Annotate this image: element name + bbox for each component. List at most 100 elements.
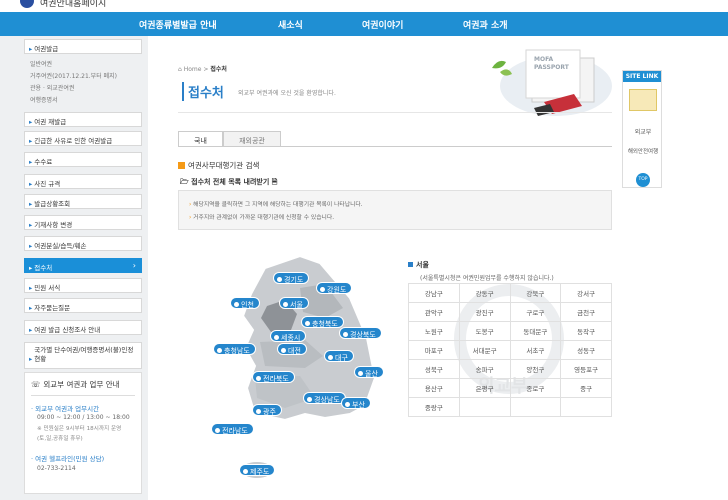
arrow-icon: ▸ — [29, 200, 33, 208]
section-title: 여권사무대행기관 검색 — [178, 160, 259, 171]
district-cell[interactable]: 마포구 — [408, 340, 460, 360]
logo-icon — [20, 0, 34, 8]
region-button[interactable]: 광주 — [252, 404, 282, 416]
page-description: 외교부 여권과에 오신 것을 환영합니다. — [238, 90, 336, 97]
district-cell[interactable]: 용산구 — [408, 378, 460, 398]
site-title: 여권안내홈페이지 — [40, 0, 107, 9]
sidebar-item[interactable]: ▸ 여권 재발급 — [24, 112, 142, 127]
district-cell[interactable]: 양천구 — [509, 359, 562, 379]
arrow-icon: ▸ — [29, 326, 33, 334]
table-row: 노원구 도봉구 동대문구 동작구 — [408, 321, 612, 341]
region-button[interactable]: 경상남도 — [303, 392, 346, 404]
arrow-icon: ▸ — [29, 242, 33, 250]
nav-item-passport-story[interactable]: 여권이야기 — [362, 18, 403, 31]
site-link-travel-safety[interactable]: 해외안전여행 — [623, 147, 663, 155]
district-cell[interactable]: 서대문구 — [458, 340, 511, 360]
hours-label: · 외교부 여권과 업무시간 — [31, 405, 100, 413]
region-button[interactable]: 충청남도 — [213, 343, 256, 355]
sidebar-subitem[interactable]: 일반여권 — [30, 59, 52, 68]
hours-note: ※ 민원실은 9시부터 18시까지 운영 — [37, 426, 122, 432]
tab-overseas[interactable]: 재외공관 — [223, 131, 281, 147]
arrow-icon: ▸ — [29, 304, 33, 312]
sidebar-subitem[interactable]: 여행증명서 — [30, 95, 58, 104]
district-cell[interactable]: 구로구 — [509, 302, 562, 322]
region-button[interactable]: 서울 — [279, 297, 309, 309]
sidebar-item[interactable]: ▸ 사진 규격 — [24, 174, 142, 189]
breadcrumb-home[interactable]: Home — [184, 66, 202, 73]
nav-item-about[interactable]: 여권과 소개 — [463, 18, 508, 31]
divider — [178, 146, 612, 147]
sidebar-item[interactable]: ▸ 민원 서식 — [24, 278, 142, 293]
home-icon: ⌂ — [178, 66, 182, 73]
district-cell[interactable]: 영등포구 — [560, 359, 612, 379]
region-button[interactable]: 강원도 — [316, 282, 353, 294]
district-cell[interactable]: 동대문구 — [509, 321, 562, 341]
sidebar-item-issuance[interactable]: ▸ 여권발급 — [24, 39, 142, 54]
district-table: 강남구 강동구 강북구 강서구 관악구 광진구 구로구 금천구 노원구 도봉구 동대문구 동작구 마포구… — [408, 283, 612, 417]
region-button[interactable]: 전라남도 — [211, 423, 254, 435]
district-cell[interactable]: 강북구 — [509, 283, 562, 303]
region-button[interactable]: 대구 — [324, 350, 354, 362]
sidebar-subitem[interactable]: 거주여권(2017.12.21.부터 폐지) — [30, 71, 117, 80]
region-button[interactable]: 인천 — [230, 297, 260, 309]
nav-item-passport-types[interactable]: 여권종류별발급 안내 — [139, 18, 217, 31]
download-link[interactable]: 🗁 접수처 전체 목록 내려받기 🗎 — [180, 177, 277, 189]
bullet-icon — [178, 162, 185, 169]
region-button[interactable]: 세종시 — [270, 330, 307, 342]
divider — [178, 112, 612, 113]
mofa-icon[interactable] — [629, 89, 657, 111]
district-cell[interactable]: 노원구 — [408, 321, 460, 341]
region-button[interactable]: 경기도 — [273, 272, 310, 284]
site-link-panel: SITE LINK 외교부 해외안전여행 TOP — [622, 70, 662, 188]
district-cell[interactable]: 도봉구 — [458, 321, 511, 341]
district-cell[interactable]: 성북구 — [408, 359, 460, 379]
arrow-icon: ▸ — [29, 118, 33, 126]
region-button[interactable]: 충청북도 — [301, 316, 344, 328]
sidebar-item[interactable]: ▸ 기재사항 변경 — [24, 215, 142, 230]
district-cell[interactable]: 은평구 — [458, 378, 511, 398]
district-cell[interactable]: 동작구 — [560, 321, 612, 341]
sidebar-item[interactable]: ▸ 수수료 — [24, 152, 142, 167]
district-cell[interactable]: 성동구 — [560, 340, 612, 360]
breadcrumb-current: 접수처 — [210, 66, 227, 73]
sidebar-item[interactable]: ▸ 여권 발급 신청조사 안내 — [24, 320, 142, 335]
sidebar-item[interactable]: ▸ 접수처 › — [24, 258, 142, 273]
tab-domestic[interactable]: 국내 — [178, 131, 223, 147]
nav-item-news[interactable]: 새소식 — [278, 18, 303, 31]
top-header: 여권안내홈페이지 — [0, 0, 728, 12]
district-cell[interactable]: 강남구 — [408, 283, 460, 303]
table-row: 마포구 서대문구 서초구 성동구 — [408, 340, 612, 360]
sidebar-item[interactable]: ▸ 자주묻는질문 — [24, 298, 142, 313]
region-button[interactable]: 경상북도 — [339, 327, 382, 339]
table-row: 중랑구 — [408, 397, 612, 417]
district-cell[interactable]: 서초구 — [509, 340, 562, 360]
sidebar-subitem[interactable]: 관용 · 외교관여권 — [30, 83, 74, 92]
district-cell[interactable]: 금천구 — [560, 302, 612, 322]
sidebar-item[interactable]: ▸ 긴급한 사유로 인한 여권발급 — [24, 131, 142, 146]
seoul-title: 서울 — [408, 260, 429, 270]
district-cell[interactable]: 중랑구 — [408, 397, 460, 417]
district-cell[interactable]: 강동구 — [458, 283, 511, 303]
download-icon: 🗁 — [180, 178, 189, 186]
top-button[interactable]: TOP — [636, 173, 650, 187]
arrow-icon: ▸ — [29, 180, 33, 188]
sidebar-item[interactable]: ▸ 여권분실/습득/훼손 — [24, 236, 142, 251]
district-cell[interactable]: 종로구 — [509, 378, 562, 398]
region-button[interactable]: 울산 — [354, 366, 384, 378]
district-cell[interactable]: 송파구 — [458, 359, 511, 379]
region-button[interactable]: 대전 — [277, 343, 307, 355]
site-link-mofa[interactable]: 외교부 — [623, 127, 663, 136]
sidebar-item[interactable]: ▸ 발급상황조회 — [24, 194, 142, 209]
district-cell[interactable]: 강서구 — [560, 283, 612, 303]
region-button[interactable]: 제주도 — [239, 464, 276, 476]
table-row: 관악구 광진구 구로구 금천구 — [408, 302, 612, 322]
district-cell[interactable]: 관악구 — [408, 302, 460, 322]
district-cell[interactable]: 중구 — [560, 378, 612, 398]
phone-icon: ☏ — [31, 380, 41, 389]
region-button[interactable]: 전라북도 — [252, 371, 295, 383]
breadcrumb: ⌂ Home > 접수처 — [178, 66, 227, 73]
district-cell — [458, 397, 511, 417]
region-button[interactable]: 부산 — [341, 397, 371, 409]
district-cell[interactable]: 광진구 — [458, 302, 511, 322]
sidebar-item[interactable]: ▸국가별 단수여권/여행증명서(불)인정 현황 — [24, 342, 142, 369]
